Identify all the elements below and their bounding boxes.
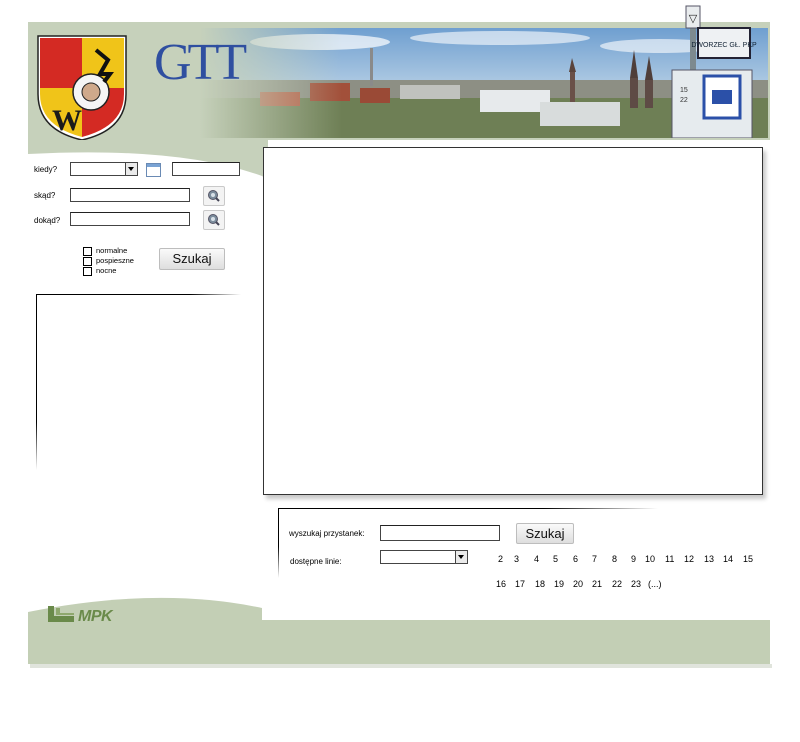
line-link[interactable]: 11	[665, 554, 674, 564]
footer-shadow	[30, 664, 772, 668]
from-label: skąd?	[34, 191, 56, 200]
stop-search-label: wyszukaj przystanek:	[289, 529, 365, 538]
line-link[interactable]: 4	[534, 554, 539, 564]
line-link[interactable]: 10	[645, 554, 655, 564]
calendar-icon[interactable]	[146, 163, 161, 177]
line-link[interactable]: 7	[592, 554, 597, 564]
line-link[interactable]: 19	[554, 579, 564, 589]
svg-text:15: 15	[680, 87, 688, 94]
gtt-logo-text: GTT	[154, 34, 247, 91]
gtt-logo: GTT	[154, 36, 264, 90]
when-time-input[interactable]	[172, 162, 240, 176]
night-checkbox[interactable]	[83, 267, 92, 276]
line-link[interactable]: 14	[723, 554, 733, 564]
chevron-down-icon	[125, 163, 137, 175]
line-link[interactable]: 3	[514, 554, 519, 564]
line-link[interactable]: 6	[573, 554, 578, 564]
normal-checkbox[interactable]	[83, 247, 92, 256]
footer-curve	[28, 590, 770, 622]
line-link[interactable]: 15	[743, 554, 753, 564]
mpk-logo-text: MPK	[78, 608, 113, 625]
express-label: pospieszne	[96, 256, 134, 265]
line-link[interactable]: 23	[631, 579, 641, 589]
line-link[interactable]: 22	[612, 579, 622, 589]
when-label: kiedy?	[34, 165, 58, 174]
lines-select[interactable]	[380, 550, 468, 564]
line-link[interactable]: 20	[573, 579, 583, 589]
city-coat-of-arms-icon: W	[36, 34, 128, 142]
normal-label: normalne	[96, 246, 128, 255]
lines-label: dostępne linie:	[290, 557, 342, 566]
search-button[interactable]: Szukaj	[159, 248, 225, 270]
stop-search-button[interactable]: Szukaj	[516, 523, 574, 544]
street-sign-illustration: ▽ DWORZEC GŁ. PKP 15 22	[670, 4, 770, 139]
more-lines-link[interactable]: (...)	[648, 579, 662, 589]
night-label: nocne	[96, 266, 117, 275]
line-link[interactable]: 13	[704, 554, 714, 564]
when-date-select[interactable]	[70, 162, 138, 176]
svg-text:▽: ▽	[689, 13, 698, 25]
chevron-down-icon	[455, 551, 467, 563]
magnifier-icon	[208, 190, 220, 202]
from-search-button[interactable]	[203, 186, 225, 206]
line-link[interactable]: 2	[498, 554, 503, 564]
express-checkbox[interactable]	[83, 257, 92, 266]
mpk-logo: MPK	[44, 604, 128, 628]
to-label: dokąd?	[34, 216, 61, 225]
results-panel	[36, 294, 246, 614]
magnifier-icon	[208, 214, 220, 226]
line-link[interactable]: 17	[515, 579, 525, 589]
from-input[interactable]	[70, 188, 190, 202]
line-link[interactable]: 16	[496, 579, 506, 589]
sign-text: DWORZEC GŁ. PKP	[691, 42, 757, 49]
line-link[interactable]: 9	[631, 554, 636, 564]
to-input[interactable]	[70, 212, 190, 226]
line-link[interactable]: 12	[684, 554, 694, 564]
mpk-emblem-icon	[48, 606, 74, 622]
line-link[interactable]: 8	[612, 554, 617, 564]
line-link[interactable]: 5	[553, 554, 558, 564]
to-search-button[interactable]	[203, 210, 225, 230]
svg-text:W: W	[52, 104, 82, 137]
line-link[interactable]: 18	[535, 579, 545, 589]
svg-text:22: 22	[680, 97, 688, 104]
line-link[interactable]: 21	[592, 579, 602, 589]
map-panel[interactable]	[263, 147, 763, 495]
stop-search-input[interactable]	[380, 525, 500, 541]
footer-band	[28, 620, 770, 664]
